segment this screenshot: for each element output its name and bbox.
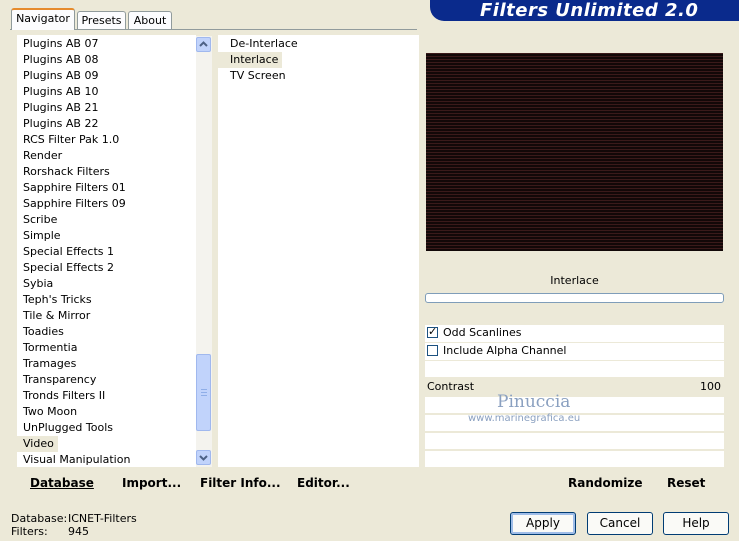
filters-count-label: Filters: bbox=[11, 525, 48, 538]
help-button[interactable]: Help bbox=[663, 512, 729, 535]
chevron-down-icon bbox=[199, 455, 208, 461]
category-item[interactable]: Tramages bbox=[17, 356, 80, 372]
tab-about[interactable]: About bbox=[128, 11, 172, 29]
category-list[interactable]: Plugins AB 07 Plugins AB 08 Plugins AB 09 P… bbox=[17, 35, 196, 467]
category-item[interactable]: Plugins AB 22 bbox=[17, 116, 102, 132]
category-item[interactable]: Toadies bbox=[17, 324, 68, 340]
category-item[interactable]: Visual Manipulation bbox=[17, 452, 134, 467]
category-item[interactable]: Sybia bbox=[17, 276, 57, 292]
progress-bar bbox=[425, 293, 724, 303]
category-item[interactable]: Plugins AB 10 bbox=[17, 84, 102, 100]
title-banner: Filters Unlimited 2.0 bbox=[430, 0, 739, 21]
category-item[interactable]: Tormentia bbox=[17, 340, 81, 356]
odd-scanlines-label[interactable]: Odd Scanlines bbox=[443, 326, 521, 339]
odd-scanlines-checkbox[interactable] bbox=[427, 325, 438, 338]
filter-list[interactable]: De-Interlace Interlace TV Screen bbox=[218, 35, 419, 467]
database-button[interactable]: Database bbox=[30, 476, 94, 490]
filter-item[interactable]: De-Interlace bbox=[218, 36, 302, 52]
category-item[interactable]: Tronds Filters II bbox=[17, 388, 109, 404]
category-item[interactable]: Teph's Tricks bbox=[17, 292, 96, 308]
import-button[interactable]: Import... bbox=[122, 476, 181, 490]
category-item[interactable]: Plugins AB 09 bbox=[17, 68, 102, 84]
category-item[interactable]: Plugins AB 07 bbox=[17, 36, 102, 52]
category-scrollbar[interactable] bbox=[196, 36, 212, 467]
slider-row-5 bbox=[425, 451, 724, 467]
scroll-down-button[interactable] bbox=[196, 450, 211, 465]
category-item[interactable]: Tile & Mirror bbox=[17, 308, 94, 324]
cancel-button[interactable]: Cancel bbox=[587, 512, 653, 535]
category-item[interactable]: Special Effects 2 bbox=[17, 260, 118, 276]
chevron-up-icon bbox=[199, 41, 208, 47]
category-item[interactable]: Render bbox=[17, 148, 66, 164]
category-item[interactable]: RCS Filter Pak 1.0 bbox=[17, 132, 123, 148]
include-alpha-label[interactable]: Include Alpha Channel bbox=[443, 344, 566, 357]
filter-item[interactable]: Interlace bbox=[218, 52, 283, 68]
include-alpha-checkbox[interactable] bbox=[427, 345, 438, 356]
reset-button[interactable]: Reset bbox=[667, 476, 705, 490]
apply-button[interactable]: Apply bbox=[510, 512, 576, 535]
watermark-url: www.marinegrafica.eu bbox=[468, 413, 581, 424]
category-item[interactable]: Rorshack Filters bbox=[17, 164, 114, 180]
category-item[interactable]: Simple bbox=[17, 228, 65, 244]
category-item[interactable]: UnPlugged Tools bbox=[17, 420, 117, 436]
category-item[interactable]: Video bbox=[17, 436, 58, 452]
scroll-thumb[interactable] bbox=[196, 354, 211, 431]
filter-info-button[interactable]: Filter Info... bbox=[200, 476, 281, 490]
contrast-slider[interactable]: Contrast 100 bbox=[425, 379, 724, 396]
contrast-value: 100 bbox=[700, 380, 721, 393]
filter-preview bbox=[426, 53, 723, 251]
category-item[interactable]: Sapphire Filters 09 bbox=[17, 196, 130, 212]
category-item[interactable]: Sapphire Filters 01 bbox=[17, 180, 130, 196]
editor-button[interactable]: Editor... bbox=[297, 476, 350, 490]
randomize-button[interactable]: Randomize bbox=[568, 476, 642, 490]
category-item[interactable]: Transparency bbox=[17, 372, 100, 388]
database-status-label: Database: bbox=[11, 512, 68, 525]
category-item[interactable]: Two Moon bbox=[17, 404, 81, 420]
banner-title: Filters Unlimited 2.0 bbox=[480, 0, 699, 21]
empty-option-row bbox=[425, 361, 724, 377]
category-item[interactable]: Scribe bbox=[17, 212, 61, 228]
category-item[interactable]: Special Effects 1 bbox=[17, 244, 118, 260]
slider-row-2 bbox=[425, 397, 724, 413]
watermark-name: Pinuccia bbox=[497, 392, 571, 412]
filter-item[interactable]: TV Screen bbox=[218, 68, 290, 84]
tab-presets[interactable]: Presets bbox=[77, 11, 126, 29]
database-status-value: ICNET-Filters bbox=[68, 512, 137, 525]
contrast-label: Contrast bbox=[427, 380, 475, 393]
filter-name: Interlace bbox=[550, 274, 599, 287]
category-item[interactable]: Plugins AB 21 bbox=[17, 100, 102, 116]
scroll-up-button[interactable] bbox=[196, 37, 211, 52]
filters-count-value: 945 bbox=[68, 525, 89, 538]
category-item[interactable]: Plugins AB 08 bbox=[17, 52, 102, 68]
tab-navigator[interactable]: Navigator bbox=[11, 8, 75, 30]
slider-row-4 bbox=[425, 433, 724, 449]
